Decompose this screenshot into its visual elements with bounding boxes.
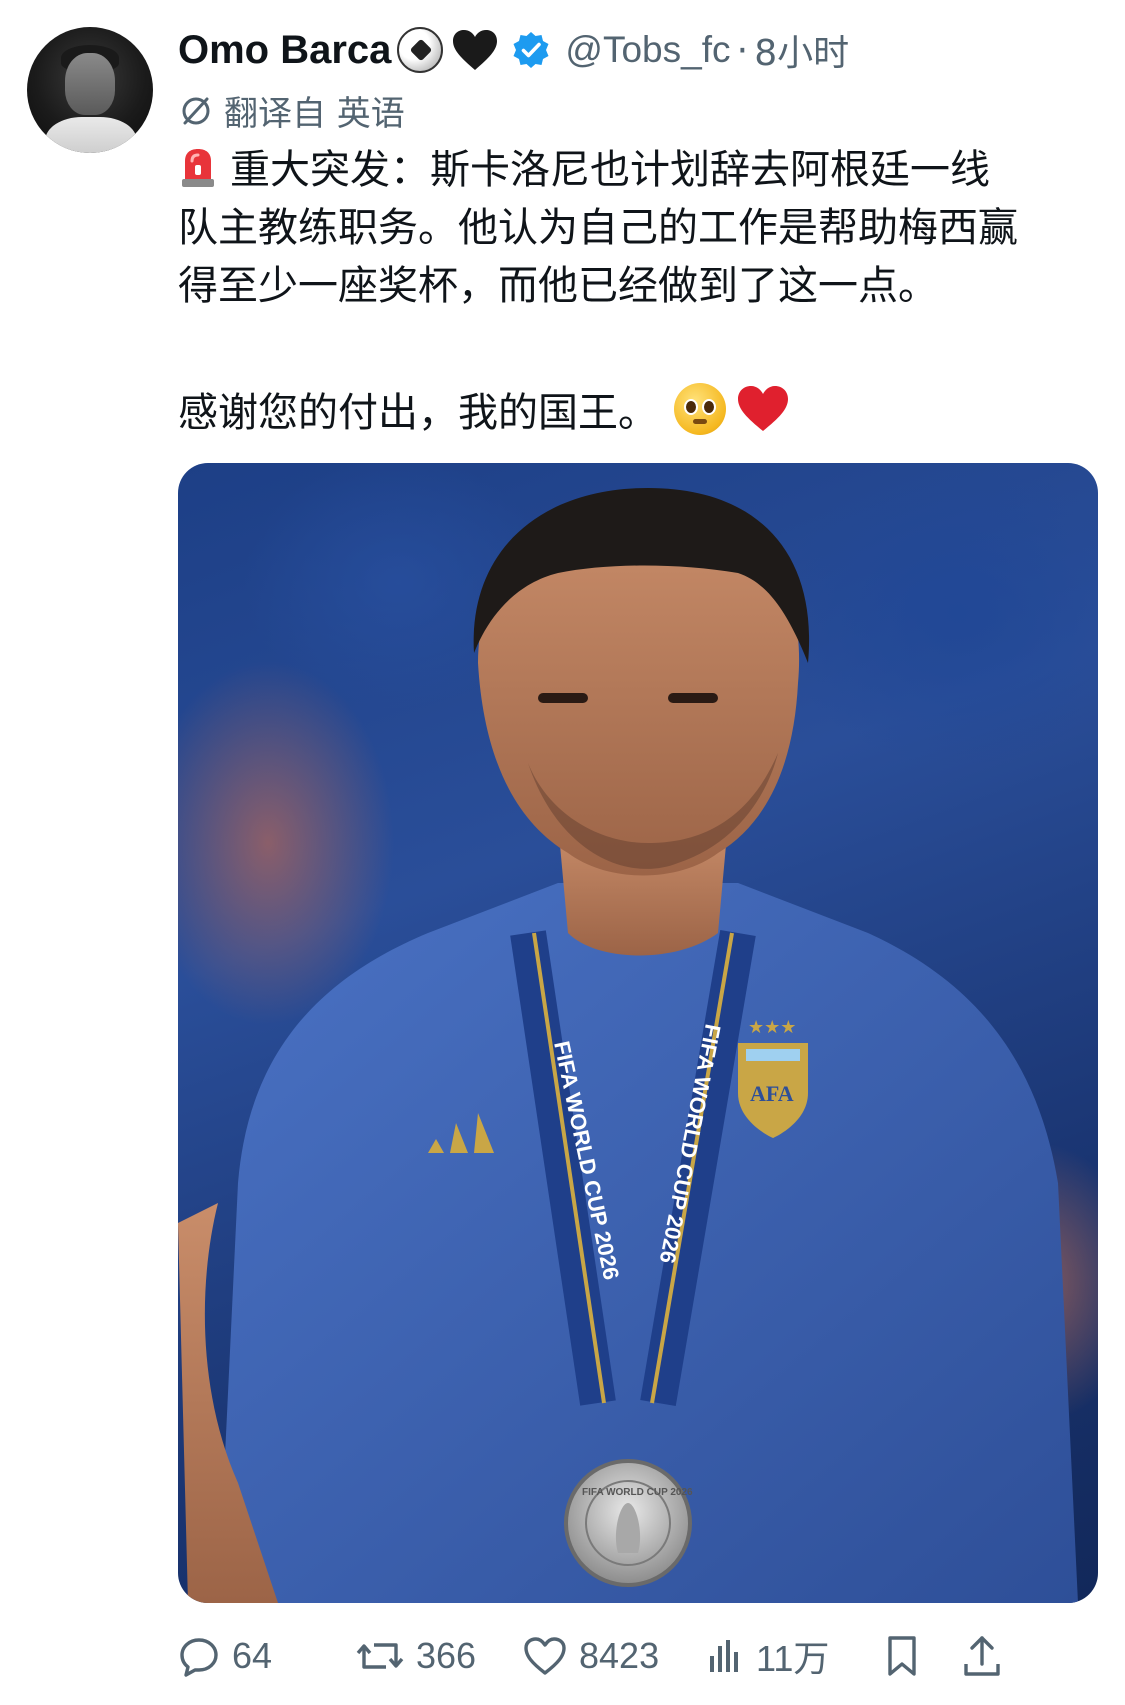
translate-icon	[182, 97, 210, 124]
medal: FIFA WORLD CUP 2026	[564, 1459, 693, 1587]
views-button[interactable]: 11万	[704, 1628, 829, 1684]
avatar-shirt	[45, 117, 137, 153]
author-name[interactable]: Omo Barca	[178, 28, 391, 73]
coach-photo-illustration: FIFA WORLD CUP 2026 FIFA WORLD CUP 2026 …	[178, 488, 1078, 1603]
separator-dot: ·	[736, 28, 749, 72]
pleading-face-icon	[674, 383, 726, 435]
views-icon	[710, 1640, 738, 1672]
tweet-text-line-4: 感谢您的付出，我的国王。	[178, 390, 658, 436]
tweet-text-line-2: 队主教练职务。他认为自己的工作是帮助梅西赢	[178, 205, 1018, 251]
bookmark-button[interactable]	[882, 1628, 934, 1684]
soccer-ball-icon	[397, 27, 444, 73]
share-button[interactable]	[962, 1628, 1014, 1684]
black-heart-icon	[451, 28, 499, 72]
red-heart-icon	[736, 384, 790, 434]
tweet-text-closing: 感谢您的付出，我的国王。	[178, 380, 790, 438]
profile-avatar[interactable]	[27, 27, 153, 153]
tweet-text-line: 重大突发：斯卡洛尼也计划辞去阿根廷一线	[178, 141, 1098, 199]
avatar-face	[65, 53, 115, 115]
tweet-text-line-1: 重大突发：斯卡洛尼也计划辞去阿根廷一线	[230, 147, 990, 193]
translated-from-button[interactable]: 翻译自 英语	[178, 86, 405, 135]
emoji-eye-left	[684, 399, 698, 415]
translated-label: 翻译自 英语	[224, 94, 405, 134]
tweet-text-line-3: 得至少一座奖杯，而他已经做到了这一点。	[178, 263, 938, 309]
like-button[interactable]: 8423	[523, 1628, 659, 1684]
retweet-icon	[356, 1643, 404, 1669]
retweet-button[interactable]: 366	[356, 1628, 476, 1684]
share-icon	[964, 1636, 1000, 1676]
like-icon	[524, 1637, 566, 1675]
tweet-header: Omo Barca @Tobs_fc · 8小时	[178, 22, 849, 78]
bookmark-icon	[888, 1636, 916, 1676]
siren-icon	[178, 145, 218, 189]
reply-count: 64	[232, 1635, 273, 1676]
tweet-actions-bar: 64 366 8423 11万	[178, 1628, 1098, 1684]
tweet-photo[interactable]: FIFA WORLD CUP 2026 FIFA WORLD CUP 2026 …	[178, 463, 1098, 1603]
emoji-mouth	[693, 419, 707, 424]
reply-icon	[180, 1638, 218, 1677]
verified-badge-icon	[511, 30, 551, 70]
retweet-count: 366	[416, 1635, 477, 1676]
author-handle[interactable]: @Tobs_fc	[565, 29, 730, 71]
views-count: 11万	[756, 1638, 830, 1679]
like-count: 8423	[579, 1635, 660, 1676]
tweet-timestamp[interactable]: 8小时	[754, 24, 849, 76]
svg-text:★★★: ★★★	[748, 1017, 796, 1038]
coach-eye-left	[538, 693, 588, 703]
coach-eye-right	[668, 693, 718, 703]
crest-text: AFA	[750, 1081, 794, 1106]
reply-button[interactable]: 64	[178, 1628, 272, 1684]
medal-text: FIFA WORLD CUP 2026	[582, 1487, 693, 1498]
emoji-eye-right	[702, 399, 716, 415]
tweet-body: 重大突发：斯卡洛尼也计划辞去阿根廷一线 队主教练职务。他认为自己的工作是帮助梅西…	[178, 141, 1098, 315]
